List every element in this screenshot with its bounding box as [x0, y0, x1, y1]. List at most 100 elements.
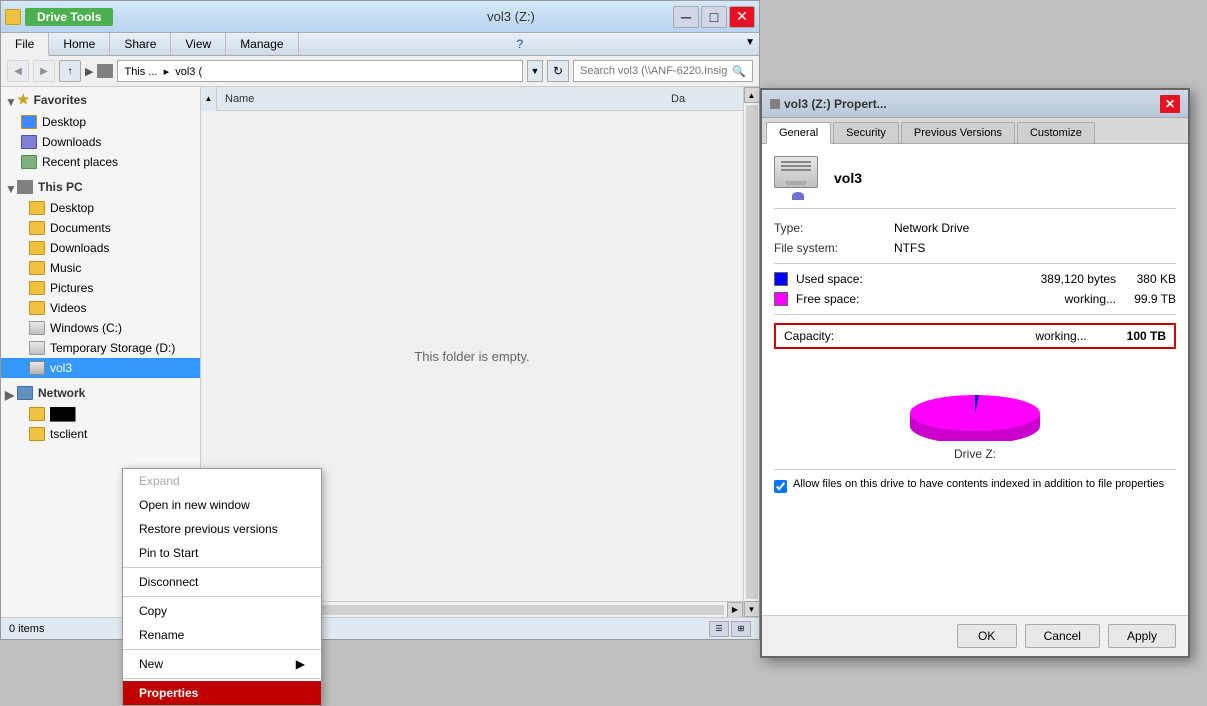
props-title-bar: vol3 (Z:) Propert... ✕	[762, 90, 1188, 118]
menu-item-new[interactable]: New ▶	[123, 652, 321, 676]
file-list-header: ▲ Name Da	[201, 87, 743, 111]
props-vol3-label: vol3	[784, 97, 808, 111]
v-scrollbar[interactable]: ▲ ▼	[743, 87, 759, 617]
maximize-button[interactable]: □	[701, 6, 727, 28]
props-fs-label: File system:	[774, 241, 894, 255]
menu-item-pin-start[interactable]: Pin to Start	[123, 541, 321, 565]
pictures-label: Pictures	[50, 281, 93, 295]
up-button[interactable]: ↑	[59, 60, 81, 82]
search-input[interactable]	[580, 65, 728, 77]
props-buttons: OK Cancel Apply	[762, 615, 1188, 656]
menu-item-copy[interactable]: Copy	[123, 599, 321, 623]
address-path[interactable]: This ... ▸ vol3 (	[117, 60, 523, 82]
props-tab-general[interactable]: General	[766, 122, 831, 144]
tab-view[interactable]: View	[171, 33, 226, 55]
vol3-icon	[29, 361, 45, 375]
cancel-button[interactable]: Cancel	[1025, 624, 1100, 648]
path-text: This ... ▸ vol3 (	[124, 65, 202, 78]
sidebar-item-videos[interactable]: Videos	[1, 298, 200, 318]
sidebar-item-downloads-fav[interactable]: Downloads	[1, 132, 200, 152]
apply-button[interactable]: Apply	[1108, 624, 1176, 648]
menu-item-properties[interactable]: Properties	[123, 681, 321, 705]
forward-button[interactable]: ▶	[33, 60, 55, 82]
content-area: ▼ ★ Favorites Desktop Downloads Recent p…	[1, 87, 759, 617]
sidebar-item-temp-d[interactable]: Temporary Storage (D:)	[1, 338, 200, 358]
sidebar-item-recent-places[interactable]: Recent places	[1, 152, 200, 172]
props-checkbox-row: Allow files on this drive to have conten…	[774, 478, 1176, 493]
close-button[interactable]: ✕	[729, 6, 755, 28]
props-title-icon1	[770, 99, 780, 109]
menu-item-restore-versions[interactable]: Restore previous versions	[123, 517, 321, 541]
tab-file[interactable]: File	[1, 33, 49, 56]
menu-item-expand[interactable]: Expand	[123, 469, 321, 493]
network-triangle: ▶	[5, 388, 15, 398]
v-scroll-down[interactable]: ▼	[744, 601, 760, 617]
status-items-count: 0 items	[9, 623, 44, 635]
index-checkbox[interactable]	[774, 480, 787, 493]
icon-badge	[792, 192, 804, 200]
free-space-color	[774, 292, 788, 306]
column-date[interactable]: Da	[663, 93, 743, 105]
capacity-bytes: working...	[1016, 329, 1106, 343]
address-dropdown[interactable]: ▼	[527, 60, 543, 82]
sidebar-item-pictures[interactable]: Pictures	[1, 278, 200, 298]
sidebar-item-downloads[interactable]: Downloads	[1, 238, 200, 258]
menu-item-open-new-window[interactable]: Open in new window	[123, 493, 321, 517]
menu-properties-label: Properties	[139, 686, 198, 700]
favorites-star-icon: ★	[17, 91, 30, 108]
props-tabs: General Security Previous Versions Custo…	[762, 118, 1188, 144]
tab-share[interactable]: Share	[110, 33, 171, 55]
v-scroll-up[interactable]: ▲	[744, 87, 760, 103]
grid-view-button[interactable]: ⊞	[731, 621, 751, 637]
dropdown-arrow[interactable]: ▼	[741, 33, 759, 55]
icon-line3	[781, 169, 811, 171]
network-section[interactable]: ▶ Network	[1, 382, 200, 404]
props-volume-name: vol3	[834, 170, 862, 186]
tab-home[interactable]: Home	[49, 33, 110, 55]
refresh-button[interactable]: ↻	[547, 60, 569, 82]
breadcrumb-icons	[97, 64, 113, 78]
sidebar-item-music[interactable]: Music	[1, 258, 200, 278]
h-scroll-right[interactable]: ▶	[727, 602, 743, 618]
props-tab-customize[interactable]: Customize	[1017, 122, 1095, 143]
downloads-icon	[29, 241, 45, 255]
sidebar-item-desktop[interactable]: Desktop	[1, 112, 200, 132]
title-bar: Drive Tools vol3 (Z:) ─ □ ✕	[1, 1, 759, 33]
sidebar-item-documents[interactable]: Documents	[1, 218, 200, 238]
props-type-label: Type:	[774, 221, 894, 235]
sidebar-item-network1[interactable]: ███	[1, 404, 200, 424]
props-drive-icon-container	[774, 156, 822, 200]
props-tab-security[interactable]: Security	[833, 122, 899, 143]
tab-manage[interactable]: Manage	[226, 33, 298, 55]
drive-tools-tab[interactable]: Drive Tools	[25, 8, 113, 26]
this-pc-section[interactable]: ▼ This PC	[1, 176, 200, 198]
minimize-button[interactable]: ─	[673, 6, 699, 28]
desktop-label: Desktop	[42, 115, 86, 129]
menu-item-rename[interactable]: Rename	[123, 623, 321, 647]
help-icon[interactable]: ?	[506, 33, 533, 55]
favorites-section[interactable]: ▼ ★ Favorites	[1, 87, 200, 112]
v-scroll-track[interactable]	[746, 105, 758, 599]
this-pc-triangle: ▼	[5, 182, 15, 192]
props-header: vol3	[774, 156, 1176, 209]
scroll-up-btn[interactable]: ▲	[201, 87, 217, 111]
status-bar: 0 items ☰ ⊞	[1, 617, 759, 639]
props-title-suffix: (Z:) Propert...	[811, 97, 886, 111]
sidebar-item-desktop2[interactable]: Desktop	[1, 198, 200, 218]
empty-msg-text: This folder is empty.	[414, 349, 529, 364]
column-name[interactable]: Name	[217, 93, 663, 105]
search-box: 🔍	[573, 60, 753, 82]
props-close-button[interactable]: ✕	[1160, 95, 1180, 113]
search-icon[interactable]: 🔍	[732, 65, 746, 78]
sidebar-item-tsclient[interactable]: tsclient	[1, 424, 200, 444]
list-view-button[interactable]: ☰	[709, 621, 729, 637]
ok-button[interactable]: OK	[957, 624, 1017, 648]
sidebar-item-vol3[interactable]: vol3	[1, 358, 200, 378]
props-tab-prev-versions[interactable]: Previous Versions	[901, 122, 1015, 143]
menu-item-disconnect[interactable]: Disconnect	[123, 570, 321, 594]
props-divider-3	[774, 469, 1176, 470]
back-button[interactable]: ◀	[7, 60, 29, 82]
props-row-type: Type: Network Drive	[774, 221, 1176, 235]
props-row-filesystem: File system: NTFS	[774, 241, 1176, 255]
sidebar-item-windows-c[interactable]: Windows (C:)	[1, 318, 200, 338]
